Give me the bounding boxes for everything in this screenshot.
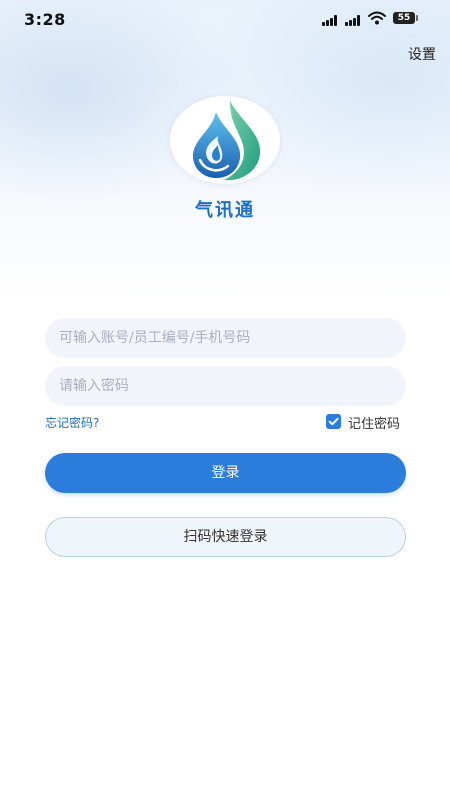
status-bar: 3:28 55 bbox=[0, 0, 450, 40]
cellular-signal-icon bbox=[322, 14, 340, 26]
wifi-icon bbox=[368, 11, 386, 25]
app-logo bbox=[170, 96, 280, 184]
remember-password-label: 记住密码 bbox=[348, 417, 401, 432]
checkmark-icon bbox=[328, 417, 339, 426]
app-name: 气讯通 bbox=[195, 200, 255, 221]
cellular-signal-2-icon bbox=[345, 14, 363, 26]
qr-quick-login-button[interactable]: 扫码快速登录 bbox=[45, 517, 406, 557]
status-time: 3:28 bbox=[24, 10, 66, 29]
settings-link[interactable]: 设置 bbox=[408, 44, 436, 64]
battery-icon: 55 bbox=[393, 12, 415, 24]
password-input[interactable] bbox=[45, 366, 406, 406]
battery-tip bbox=[416, 15, 418, 21]
account-input[interactable] bbox=[45, 318, 406, 358]
login-button[interactable]: 登录 bbox=[45, 453, 406, 493]
water-drop-logo-icon bbox=[192, 101, 261, 181]
forgot-password-link[interactable]: 忘记密码? bbox=[45, 414, 99, 431]
remember-checkbox[interactable] bbox=[326, 414, 341, 429]
